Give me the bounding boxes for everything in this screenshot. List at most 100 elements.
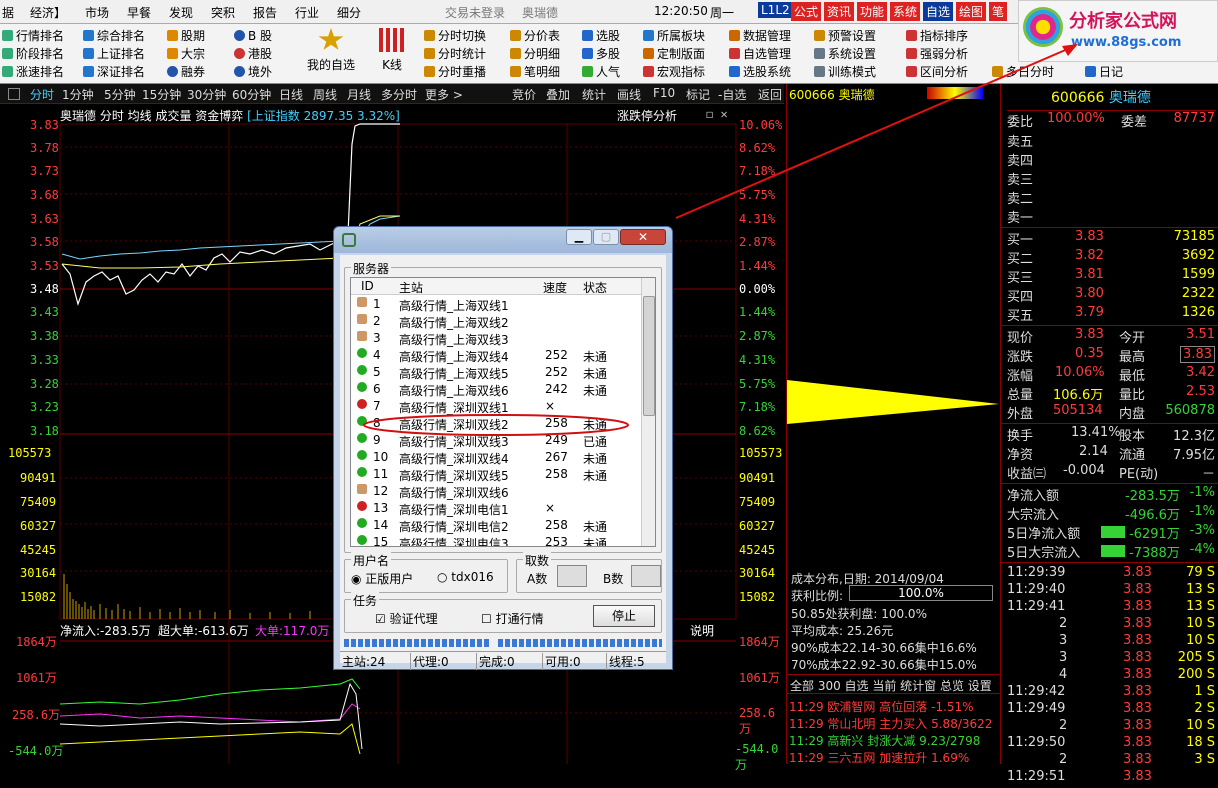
tab-1min[interactable]: 1分钟 <box>62 86 94 103</box>
tb-bulk[interactable]: 大宗 <box>167 45 205 62</box>
tab-draw-line[interactable]: 画线 <box>617 86 641 103</box>
tb-alert[interactable]: 预警设置 <box>814 27 876 44</box>
server-row[interactable]: 11 高级行情_深圳双线5 258 未通 <box>351 466 645 483</box>
tb-layout[interactable]: 定制版面 <box>643 45 705 62</box>
tab-news[interactable]: 资讯 <box>824 2 855 21</box>
tb-watch-manage[interactable]: 自选管理 <box>729 45 791 62</box>
tab-f10[interactable]: F10 <box>653 86 675 100</box>
server-row[interactable]: 6 高级行情_上海双线6 242 未通 <box>351 381 645 398</box>
tab-stats[interactable]: 统计 <box>582 86 606 103</box>
tb-sz-rank[interactable]: 深证排名 <box>83 63 145 80</box>
tab-draw[interactable]: 绘图 <box>956 2 987 21</box>
tb-tick-detail[interactable]: 笔明细 <box>510 63 560 80</box>
tab-month[interactable]: 月线 <box>347 86 371 103</box>
tb-strength[interactable]: 强弱分析 <box>906 45 968 62</box>
tab-mark[interactable]: 标记 <box>686 86 710 103</box>
tb-market-rank[interactable]: 行情排名 <box>2 27 64 44</box>
dialog-titlebar[interactable]: ▁ ▢ ✕ <box>334 227 672 253</box>
tb-index-sort[interactable]: 指标排序 <box>906 27 968 44</box>
tab-overlay[interactable]: 叠加 <box>546 86 570 103</box>
tb-sector[interactable]: 所属板块 <box>643 27 705 44</box>
chart-close-icons[interactable]: ◻ ✕ <box>706 107 728 121</box>
scroll-thumb[interactable] <box>643 296 655 416</box>
tab-30min[interactable]: 30分钟 <box>187 86 226 103</box>
tb-hk[interactable]: 港股 <box>234 45 272 62</box>
list-scrollbar[interactable] <box>641 278 655 546</box>
tb-my-watchlist[interactable]: 我的自选 <box>305 28 357 73</box>
server-row[interactable]: 15 高级行情_深圳电信3 253 未通 <box>351 534 645 546</box>
tab-5min[interactable]: 5分钟 <box>104 86 136 103</box>
server-row[interactable]: 5 高级行情_上海双线5 252 未通 <box>351 364 645 381</box>
tab-system[interactable]: 系统 <box>890 2 921 21</box>
menu-item[interactable]: 突积 <box>211 4 235 21</box>
connect-market-checkbox[interactable]: ☐ 打通行情 <box>481 610 544 627</box>
tb-popularity[interactable]: 人气 <box>582 63 620 80</box>
menu-item[interactable]: 据 <box>2 4 14 21</box>
tb-overall-rank[interactable]: 综合排名 <box>83 27 145 44</box>
server-row[interactable]: 3 高级行情_上海双线3 <box>351 330 645 347</box>
tab-more[interactable]: 更多 > <box>425 86 463 103</box>
tab-multi-time[interactable]: 多分时 <box>381 86 417 103</box>
tb-diary[interactable]: 日记 <box>1085 63 1123 80</box>
color-toolbar-icon[interactable] <box>927 87 983 99</box>
tb-multi[interactable]: 多股 <box>582 45 620 62</box>
news-tabs[interactable]: 全部 300 自选 当前 统计窗 总览 设置 <box>787 674 999 694</box>
server-row[interactable]: 14 高级行情_深圳电信2 258 未通 <box>351 517 645 534</box>
tab-back[interactable]: 返回 <box>758 86 782 103</box>
menu-item[interactable]: 经济】 <box>30 4 66 21</box>
server-row[interactable]: 13 高级行情_深圳电信1 × <box>351 500 645 517</box>
server-row[interactable]: 12 高级行情_深圳双线6 <box>351 483 645 500</box>
tab-timeshare[interactable]: 分时 <box>30 86 54 103</box>
tab-60min[interactable]: 60分钟 <box>232 86 271 103</box>
tab-day[interactable]: 日线 <box>279 86 303 103</box>
tb-range[interactable]: 区间分析 <box>906 63 968 80</box>
verify-proxy-checkbox[interactable]: ☑ 验证代理 <box>375 610 438 627</box>
tb-overseas[interactable]: 境外 <box>234 63 272 80</box>
tb-futures[interactable]: 股期 <box>167 27 205 44</box>
tb-bshare[interactable]: B 股 <box>234 27 272 44</box>
tab-auction[interactable]: 竞价 <box>512 86 536 103</box>
maximize-button[interactable]: ▢ <box>593 229 619 245</box>
tb-minute-detail[interactable]: 分明细 <box>510 45 560 62</box>
radio-licensed[interactable]: ◉ 正版用户 <box>351 570 413 587</box>
menu-item[interactable]: 早餐 <box>127 4 151 21</box>
tb-time-stats[interactable]: 分时统计 <box>424 45 486 62</box>
tb-time-replay[interactable]: 分时重播 <box>424 63 486 80</box>
tab-15min[interactable]: 15分钟 <box>142 86 181 103</box>
tab-add-watch[interactable]: -自选 <box>718 86 746 103</box>
tb-speed-rank[interactable]: 涨速排名 <box>2 63 64 80</box>
limit-analysis-link[interactable]: 涨跌停分析 <box>617 107 677 124</box>
b-count-input[interactable] <box>631 565 661 587</box>
server-row[interactable]: 1 高级行情_上海双线1 <box>351 296 645 313</box>
close-button[interactable]: ✕ <box>620 229 666 245</box>
tab-week[interactable]: 周线 <box>313 86 337 103</box>
server-row[interactable]: 2 高级行情_上海双线2 <box>351 313 645 330</box>
stop-button[interactable]: 停止 <box>593 605 655 627</box>
server-list[interactable]: ID 主站 速度 状态 1 高级行情_上海双线1 2 高级行情_上海双线2 3 高级行情_… <box>350 277 656 547</box>
news-item[interactable]: 11:29 欧浦智网 高位回落 -1.51% <box>789 698 974 715</box>
tb-multiday[interactable]: 多日分时 <box>992 63 1054 80</box>
menu-item[interactable]: 报告 <box>253 4 277 21</box>
tb-pick[interactable]: 选股 <box>582 27 620 44</box>
tab-watchlist[interactable]: 自选 <box>923 2 954 21</box>
news-item[interactable]: 11:29 高新兴 封涨大减 9.23/2798 <box>789 732 980 749</box>
tb-pick-system[interactable]: 选股系统 <box>729 63 791 80</box>
menu-item[interactable]: 发现 <box>169 4 193 21</box>
tab-l1l2[interactable]: L1L2 <box>758 2 793 18</box>
menu-item[interactable]: 市场 <box>85 4 109 21</box>
server-row[interactable]: 10 高级行情_深圳双线4 267 未通 <box>351 449 645 466</box>
tb-settings[interactable]: 系统设置 <box>814 45 876 62</box>
tb-data-manage[interactable]: 数据管理 <box>729 27 791 44</box>
tab-pen[interactable]: 笔 <box>989 2 1008 21</box>
tb-training[interactable]: 训练模式 <box>814 63 876 80</box>
menu-item[interactable]: 行业 <box>295 4 319 21</box>
layout-toggle-icon[interactable] <box>8 88 20 100</box>
server-row[interactable]: 4 高级行情_上海双线4 252 未通 <box>351 347 645 364</box>
tab-formula[interactable]: 公式 <box>791 2 822 21</box>
minimize-button[interactable]: ▁ <box>566 229 592 245</box>
radio-tdx[interactable]: ○ tdx016 <box>437 570 494 584</box>
tb-period-rank[interactable]: 阶段排名 <box>2 45 64 62</box>
tb-price-table[interactable]: 分价表 <box>510 27 560 44</box>
news-item[interactable]: 11:29 三六五网 加速拉升 1.69% <box>789 749 969 766</box>
tab-function[interactable]: 功能 <box>857 2 888 21</box>
